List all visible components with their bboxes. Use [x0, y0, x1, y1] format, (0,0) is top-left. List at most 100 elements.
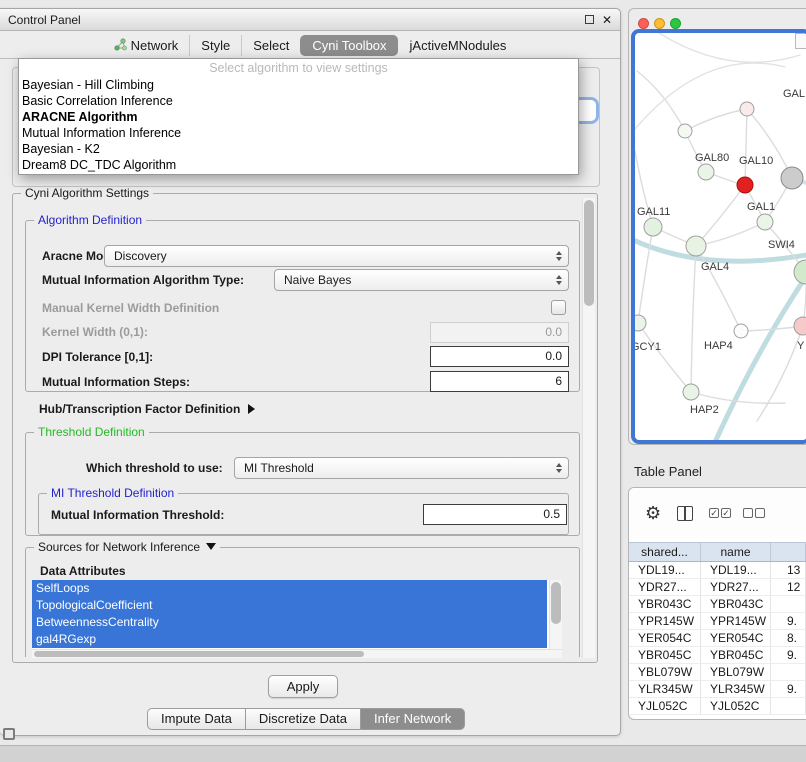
close-traffic-light-icon[interactable]	[638, 18, 649, 29]
tab-style[interactable]: Style	[189, 35, 241, 56]
which-threshold-select[interactable]: MI Threshold	[234, 457, 569, 479]
sources-section-title[interactable]: Sources for Network Inference	[34, 540, 220, 554]
attribute-item[interactable]: gal4RGexp	[32, 631, 547, 648]
threshold-definition-group: Threshold Definition Which threshold to …	[25, 432, 580, 536]
table-row[interactable]: YER054CYER054C8.	[629, 630, 806, 647]
attribute-item[interactable]: BetweennessCentrality	[32, 614, 547, 631]
tab-discretize-data[interactable]: Discretize Data	[245, 708, 361, 730]
tab-jactivemnodules[interactable]: jActiveMNodules	[398, 35, 518, 56]
network-node[interactable]	[635, 315, 646, 331]
network-node[interactable]	[740, 102, 754, 116]
network-node[interactable]	[737, 177, 753, 193]
network-edge[interactable]	[685, 109, 747, 131]
settings-scrollbar[interactable]	[582, 198, 595, 658]
algorithm-option[interactable]: Bayesian - K2	[19, 141, 578, 157]
tab-cyni-toolbox[interactable]: Cyni Toolbox	[300, 35, 397, 56]
hub-transcription-factor-section[interactable]: Hub/Transcription Factor Definition	[39, 402, 255, 416]
network-node[interactable]	[644, 218, 662, 236]
table-cell: YJL052C	[701, 698, 771, 714]
table-column-header[interactable]: shared...	[629, 543, 701, 561]
network-edge[interactable]	[696, 185, 745, 246]
table-row[interactable]: YDL19...YDL19...13	[629, 562, 806, 579]
minimize-traffic-light-icon[interactable]	[654, 18, 665, 29]
network-node-label: GAL10	[739, 155, 773, 167]
tab-label: Style	[201, 38, 230, 53]
table-row[interactable]: YBR043CYBR043C	[629, 596, 806, 613]
network-node[interactable]	[734, 324, 748, 338]
tab-infer-network[interactable]: Infer Network	[360, 708, 465, 730]
network-edge[interactable]	[747, 109, 792, 178]
dpi-tolerance-input[interactable]: 0.0	[430, 346, 569, 367]
mi-algorithm-type-label: Mutual Information Algorithm Type:	[42, 269, 244, 291]
network-edge[interactable]	[637, 71, 685, 131]
network-node[interactable]	[686, 236, 706, 256]
table-cell: 9.	[771, 613, 806, 629]
network-node-label: Y	[797, 340, 805, 352]
network-edge[interactable]	[711, 263, 806, 444]
float-window-icon[interactable]	[585, 15, 594, 24]
algorithm-option[interactable]: Basic Correlation Inference	[19, 93, 578, 109]
mi-steps-input[interactable]: 6	[430, 371, 569, 392]
attributes-vscrollbar[interactable]	[549, 580, 562, 649]
table-body: YDL19...YDL19...13YDR27...YDR27...12YBR0…	[629, 562, 806, 719]
network-node[interactable]	[698, 164, 714, 180]
columns-icon[interactable]	[677, 506, 693, 521]
mi-threshold-label: Mutual Information Threshold:	[51, 504, 224, 526]
network-edge[interactable]	[745, 109, 747, 185]
network-canvas[interactable]: GALGAL80GAL10GAL11GAL1SWI4GAL4GCY1HAP4YH…	[631, 29, 806, 444]
table-row[interactable]: YBR045CYBR045C9.	[629, 647, 806, 664]
algorithm-option[interactable]: Bayesian - Hill Climbing	[19, 77, 578, 93]
table-row[interactable]: YLR345WYLR345W9.	[629, 681, 806, 698]
table-row[interactable]: YDR27...YDR27...12	[629, 579, 806, 596]
mi-threshold-input[interactable]: 0.5	[423, 504, 567, 525]
network-node[interactable]	[794, 317, 806, 335]
algorithm-option[interactable]: ARACNE Algorithm	[19, 109, 578, 125]
docked-panel-icon[interactable]	[3, 728, 15, 740]
combo-arrows-icon	[556, 275, 562, 285]
attribute-item[interactable]: SelfLoops	[32, 580, 547, 597]
checked-pair-icon[interactable]: ✓✓	[709, 508, 731, 518]
algorithm-popup-list: Bayesian - Hill ClimbingBasic Correlatio…	[19, 77, 578, 173]
control-panel-titlebar[interactable]: Control Panel ✕	[0, 9, 620, 31]
settings-scrollbar-thumb[interactable]	[584, 200, 594, 306]
combo-arrows-icon	[556, 251, 562, 261]
table-cell: YBR045C	[701, 647, 771, 663]
manual-kernel-checkbox[interactable]	[551, 300, 566, 315]
table-cell: YER054C	[629, 630, 701, 646]
network-scrollbar[interactable]	[795, 33, 806, 49]
table-row[interactable]: YJL052CYJL052C	[629, 698, 806, 715]
close-window-icon[interactable]: ✕	[602, 14, 612, 26]
network-node-label: HAP2	[690, 404, 719, 416]
table-column-header[interactable]: name	[701, 543, 771, 561]
table-column-header[interactable]	[771, 543, 806, 561]
tab-select[interactable]: Select	[241, 35, 300, 56]
table-header: shared...name	[629, 542, 806, 562]
aracne-mode-select[interactable]: Discovery	[104, 245, 569, 267]
tab-impute-data[interactable]: Impute Data	[147, 708, 246, 730]
bottom-tabbar: Impute Data Discretize Data Infer Networ…	[147, 708, 465, 730]
table-row[interactable]: YBL079WYBL079W	[629, 664, 806, 681]
network-node[interactable]	[757, 214, 773, 230]
network-node[interactable]	[794, 260, 806, 284]
gear-icon[interactable]: ⚙	[645, 504, 661, 522]
unchecked-pair-icon[interactable]	[743, 508, 765, 518]
tab-network[interactable]: Network	[103, 35, 190, 57]
cyni-algorithm-settings-group: Cyni Algorithm Settings Algorithm Defini…	[12, 193, 598, 663]
data-attributes-list: SelfLoopsTopologicalCoefficientBetweenne…	[32, 580, 562, 658]
table-row[interactable]: YPR145WYPR145W9.	[629, 613, 806, 630]
algorithm-option[interactable]: Mutual Information Inference	[19, 125, 578, 141]
network-edge[interactable]	[638, 323, 691, 392]
network-node[interactable]	[678, 124, 692, 138]
network-node[interactable]	[683, 384, 699, 400]
mi-algorithm-type-select[interactable]: Naive Bayes	[274, 269, 569, 291]
network-edge[interactable]	[659, 33, 800, 62]
apply-button[interactable]: Apply	[268, 675, 338, 698]
algorithm-option[interactable]: Dream8 DC_TDC Algorithm	[19, 157, 578, 173]
network-edge[interactable]	[691, 246, 696, 392]
attribute-item[interactable]: TopologicalCoefficient	[32, 597, 547, 614]
network-node[interactable]	[781, 167, 803, 189]
attributes-hscrollbar[interactable]	[32, 649, 562, 658]
expand-right-icon	[248, 404, 255, 414]
aracne-mode-value: Discovery	[114, 247, 167, 266]
zoom-traffic-light-icon[interactable]	[670, 18, 681, 29]
